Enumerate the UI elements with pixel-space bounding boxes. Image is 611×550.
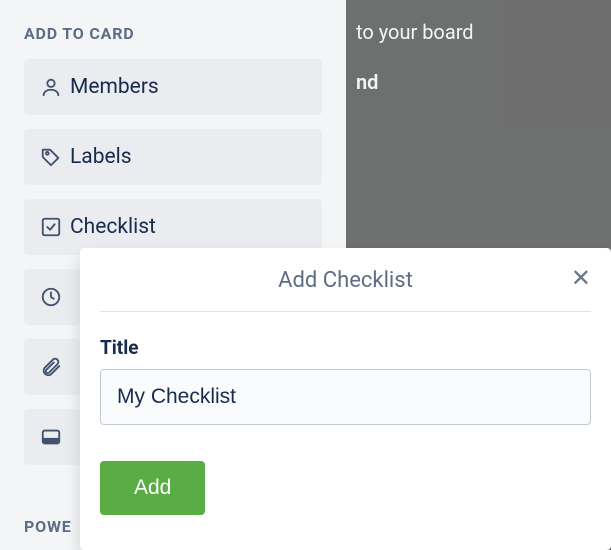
sidebar-item-label: Labels (70, 145, 132, 169)
members-button[interactable]: Members (24, 59, 322, 115)
checklist-icon (40, 216, 70, 238)
person-icon (40, 76, 70, 98)
add-to-card-heading: ADD TO CARD (24, 24, 322, 43)
dates-button[interactable] (24, 269, 80, 325)
backdrop-text-1: to your board (356, 20, 601, 44)
checklist-title-input[interactable] (100, 369, 591, 425)
tag-icon (40, 146, 70, 168)
attachment-button[interactable] (24, 339, 80, 395)
attachment-icon (40, 356, 64, 378)
clock-icon (40, 286, 64, 308)
add-button[interactable]: Add (100, 461, 205, 515)
close-icon[interactable]: ✕ (571, 266, 591, 290)
cover-button[interactable] (24, 409, 80, 465)
popover-title: Add Checklist (278, 268, 413, 293)
backdrop-text-2: nd (356, 70, 601, 94)
cover-icon (40, 426, 64, 448)
add-checklist-popover: Add Checklist ✕ Title Add (80, 248, 611, 550)
sidebar-item-label: Members (70, 75, 159, 99)
title-label: Title (100, 336, 591, 359)
sidebar-item-label: Checklist (70, 215, 156, 239)
checklist-button[interactable]: Checklist (24, 199, 322, 255)
labels-button[interactable]: Labels (24, 129, 322, 185)
